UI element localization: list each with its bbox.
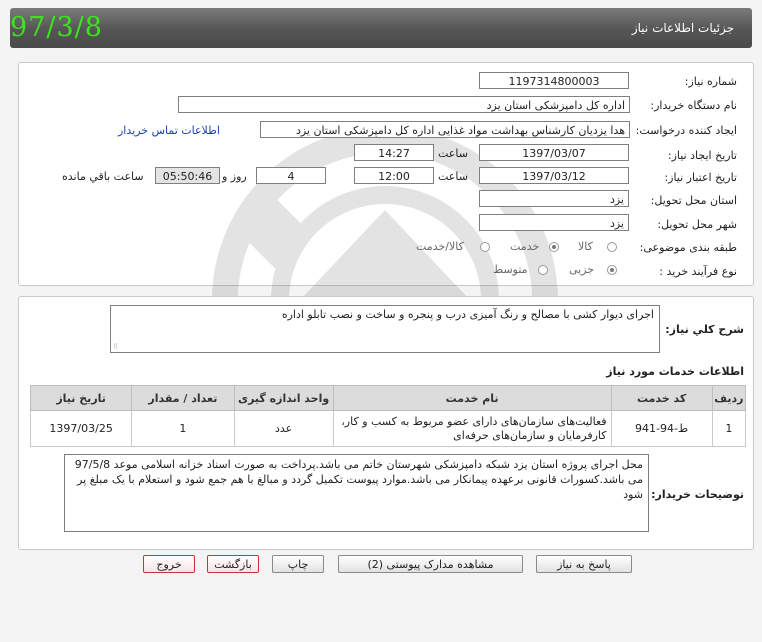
created-time-label: ساعت bbox=[438, 147, 468, 160]
creator-field: هدا یزدیان کارشناس بهداشت مواد غذایی ادا… bbox=[260, 121, 630, 138]
col-qty: تعداد / مقدار bbox=[131, 385, 235, 411]
province-field: یزد bbox=[479, 190, 629, 207]
date-stamp: 97/3/8 bbox=[10, 12, 103, 43]
need-number-field: 1197314800003 bbox=[479, 72, 629, 89]
cell-code: ط-94-941 bbox=[610, 410, 713, 447]
category-goods-service-label: کالا/خدمت bbox=[416, 240, 464, 253]
buyer-org-field: اداره کل دامپزشکی استان یزد bbox=[178, 96, 630, 113]
col-code: کد خدمت bbox=[610, 385, 713, 411]
process-medium-radio[interactable] bbox=[538, 265, 548, 275]
col-row: ردیف bbox=[711, 385, 747, 411]
process-medium-label: متوسط bbox=[493, 263, 528, 276]
col-unit: واحد اندازه گیری bbox=[233, 385, 334, 411]
cell-qty: 1 bbox=[131, 410, 235, 447]
process-minor-label: جزیی bbox=[569, 263, 595, 276]
city-label: شهر محل تحویل: bbox=[657, 218, 737, 231]
days-label: روز و bbox=[222, 170, 247, 183]
buyer-notes-textarea[interactable]: محل اجرای پروژه استان یزد شبکه دامپزشکی … bbox=[64, 454, 649, 532]
col-name: نام خدمت bbox=[332, 385, 612, 411]
valid-date-label: تاریخ اعتبار نیاز: bbox=[664, 171, 737, 184]
description-textarea[interactable]: اجرای دیوار کشی با مصالح و رنگ آمیزی درب… bbox=[110, 305, 660, 353]
time-remaining-field: 05:50:46 bbox=[155, 167, 220, 184]
buyer-org-label: نام دستگاه خریدار: bbox=[650, 99, 737, 112]
province-label: استان محل تحویل: bbox=[650, 194, 737, 207]
reply-button[interactable]: پاسخ به نیاز bbox=[536, 555, 632, 573]
need-number-label: شماره نیاز: bbox=[684, 75, 737, 88]
table-row: 1 ط-94-941 فعالیت‌های سازمان‌های دارای ع… bbox=[29, 410, 747, 447]
back-button[interactable]: بازگشت bbox=[207, 555, 259, 573]
time-remaining-label: ساعت باقي مانده bbox=[62, 170, 144, 183]
resize-handle[interactable]: ⠿ bbox=[113, 343, 121, 351]
category-goods-label: کالا bbox=[578, 240, 593, 253]
buyer-notes-label: توضیحات خریدار: bbox=[651, 488, 744, 501]
attachments-button[interactable]: مشاهده مدارک پیوستی (2) bbox=[338, 555, 523, 573]
print-button[interactable]: چاپ bbox=[272, 555, 324, 573]
cell-row: 1 bbox=[711, 410, 747, 447]
created-date-label: تاریخ ایجاد نیاز: bbox=[667, 149, 737, 162]
services-section-title: اطلاعات خدمات مورد نیاز bbox=[606, 365, 744, 378]
process-minor-radio[interactable] bbox=[607, 265, 617, 275]
category-service-label: خدمت bbox=[510, 240, 540, 253]
created-date-field: 1397/03/07 bbox=[479, 144, 629, 161]
process-type-label: نوع فرآیند خرید : bbox=[659, 265, 737, 278]
page-title: جزئیات اطلاعات نیاز bbox=[631, 21, 734, 35]
description-label: شرح کلي نیاز: bbox=[665, 323, 744, 336]
category-goods-service-radio[interactable] bbox=[480, 242, 490, 252]
exit-button[interactable]: خروج bbox=[143, 555, 195, 573]
cell-name: فعالیت‌های سازمان‌های دارای عضو مربوط به… bbox=[332, 410, 612, 447]
created-time-field: 14:27 bbox=[354, 144, 434, 161]
creator-label: ایجاد کننده درخواست: bbox=[635, 124, 737, 137]
title-bar: جزئیات اطلاعات نیاز bbox=[10, 8, 752, 48]
cell-unit: عدد bbox=[233, 410, 334, 447]
days-remaining-field: 4 bbox=[256, 167, 326, 184]
category-goods-radio[interactable] bbox=[607, 242, 617, 252]
valid-time-field: 12:00 bbox=[354, 167, 434, 184]
services-table: ردیف کد خدمت نام خدمت واحد اندازه گیری ت… bbox=[29, 385, 747, 447]
buyer-contact-link[interactable]: اطلاعات تماس خریدار bbox=[118, 124, 220, 137]
col-date: تاریخ نیاز bbox=[29, 385, 133, 411]
category-service-radio[interactable] bbox=[549, 242, 559, 252]
city-field: یزد bbox=[479, 214, 629, 231]
cell-date: 1397/03/25 bbox=[29, 410, 133, 447]
valid-time-label: ساعت bbox=[438, 170, 468, 183]
table-header-row: ردیف کد خدمت نام خدمت واحد اندازه گیری ت… bbox=[29, 385, 747, 411]
category-label: طبقه بندی موضوعی: bbox=[639, 241, 737, 254]
valid-date-field: 1397/03/12 bbox=[479, 167, 629, 184]
